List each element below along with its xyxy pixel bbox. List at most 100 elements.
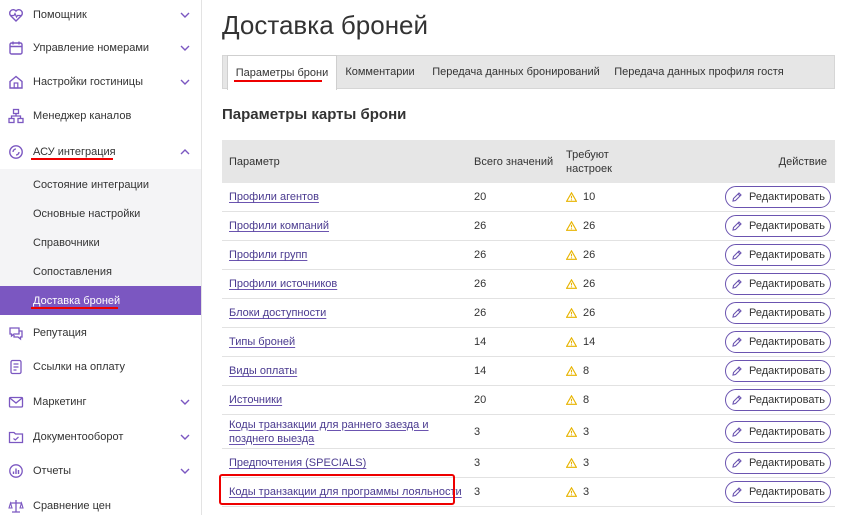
tab-label: Комментарии xyxy=(345,66,415,78)
edit-button-label: Редактировать xyxy=(749,278,825,290)
edit-button[interactable]: Редактировать xyxy=(725,302,831,324)
chevron-down-icon xyxy=(180,43,190,53)
sidebar-item-label: Маркетинг xyxy=(33,396,87,408)
needs-setup-cell: 8 xyxy=(566,357,589,385)
payment-icon xyxy=(7,358,25,376)
action-cell: Редактировать xyxy=(715,415,835,448)
needs-setup-value: 8 xyxy=(583,365,590,377)
total-cell: 14 xyxy=(474,328,486,356)
sidebar-item-label: Настройки гостиницы xyxy=(33,76,143,88)
sidebar-item-label: Отчеты xyxy=(33,465,72,477)
table-row: Блоки доступности 26 26 Редактировать xyxy=(222,299,835,328)
param-cell: Виды оплаты xyxy=(229,357,297,385)
warning-icon xyxy=(566,426,583,437)
action-cell: Редактировать xyxy=(715,212,835,240)
sidebar-subitem-directories[interactable]: Справочники xyxy=(0,228,201,257)
param-link[interactable]: Коды транзакции для раннего заезда и позд… xyxy=(229,418,429,446)
sidebar-item-assistant[interactable]: Помощник xyxy=(0,0,201,30)
edit-button[interactable]: Редактировать xyxy=(725,273,831,295)
chevron-up-icon xyxy=(180,147,190,157)
total-value: 26 xyxy=(474,220,487,232)
tab-booking-data-transfer[interactable]: Передача данных бронирований xyxy=(423,56,609,88)
table-row: Виды оплаты 14 8 Редактировать xyxy=(222,357,835,386)
sidebar-item-price-comparison[interactable]: Сравнение цен xyxy=(0,491,201,515)
sidebar-subitem-booking-delivery[interactable]: Доставка броней xyxy=(0,286,201,315)
param-link[interactable]: Профили групп xyxy=(229,248,307,262)
sidebar-item-room-management[interactable]: Управление номерами xyxy=(0,33,201,63)
sidebar-subitem-mappings[interactable]: Сопоставления xyxy=(0,257,201,286)
param-cell: Предпочтения (SPECIALS) xyxy=(229,449,366,477)
calendar-icon xyxy=(7,39,25,57)
tab-booking-params[interactable]: Параметры брони xyxy=(227,55,337,90)
needs-setup-value: 26 xyxy=(583,278,596,290)
warning-icon xyxy=(566,308,583,318)
action-cell: Редактировать xyxy=(715,449,835,477)
param-link[interactable]: Типы броней xyxy=(229,335,295,349)
sidebar-item-reputation[interactable]: Репутация xyxy=(0,318,201,348)
sidebar-subitem-main-settings[interactable]: Основные настройки xyxy=(0,199,201,228)
tab-guest-profile-transfer[interactable]: Передача данных профиля гостя xyxy=(609,56,789,88)
sidebar-subitem-label: Состояние интеграции xyxy=(33,178,150,191)
param-cell: Профили агентов xyxy=(229,183,319,211)
param-link[interactable]: Профили источников xyxy=(229,277,337,291)
sidebar-item-payment-links[interactable]: Ссылки на оплату xyxy=(0,352,201,382)
edit-button[interactable]: Редактировать xyxy=(725,244,831,266)
action-cell: Редактировать xyxy=(715,478,835,506)
total-cell: 26 xyxy=(474,212,486,240)
param-cell: Источники xyxy=(229,386,282,414)
edit-button[interactable]: Редактировать xyxy=(725,452,831,474)
param-link[interactable]: Профили компаний xyxy=(229,219,329,233)
edit-button[interactable]: Редактировать xyxy=(725,360,831,382)
param-link[interactable]: Источники xyxy=(229,393,282,407)
annotation-underline xyxy=(31,158,113,160)
sidebar-item-marketing[interactable]: Маркетинг xyxy=(0,387,201,417)
annotation-highlight-box xyxy=(219,474,455,505)
sidebar-subitem-integration-status[interactable]: Состояние интеграции xyxy=(0,170,201,199)
chevron-down-icon xyxy=(180,10,190,20)
edit-button[interactable]: Редактировать xyxy=(725,481,831,503)
sidebar-subitem-label: Основные настройки xyxy=(33,207,141,220)
edit-button[interactable]: Редактировать xyxy=(725,215,831,237)
sidebar-item-document-flow[interactable]: Документооборот xyxy=(0,422,201,452)
chevron-down-icon xyxy=(180,397,190,407)
total-cell: 3 xyxy=(474,478,480,506)
needs-setup-value: 10 xyxy=(583,191,596,203)
edit-button-label: Редактировать xyxy=(749,486,825,498)
needs-setup-value: 3 xyxy=(583,425,590,438)
edit-button-label: Редактировать xyxy=(749,336,825,348)
edit-button[interactable]: Редактировать xyxy=(725,331,831,353)
edit-button[interactable]: Редактировать xyxy=(725,186,831,208)
param-cell: Профили групп xyxy=(229,241,307,269)
pencil-icon xyxy=(731,486,749,498)
total-value: 26 xyxy=(474,278,487,290)
edit-button[interactable]: Редактировать xyxy=(725,420,831,443)
sidebar-item-reports[interactable]: Отчеты xyxy=(0,456,201,486)
pencil-icon xyxy=(731,220,749,232)
edit-button-label: Редактировать xyxy=(749,457,825,469)
sidebar-item-channel-manager[interactable]: Менеджер каналов xyxy=(0,101,201,131)
sidebar-item-pms-integration[interactable]: АСУ интеграция xyxy=(0,137,201,167)
param-link[interactable]: Блоки доступности xyxy=(229,306,326,320)
table-row: Профили компаний 26 26 Редактировать xyxy=(222,212,835,241)
pencil-icon xyxy=(731,191,749,203)
param-link[interactable]: Предпочтения (SPECIALS) xyxy=(229,456,366,470)
total-value: 14 xyxy=(474,365,487,377)
sidebar-item-hotel-settings[interactable]: Настройки гостиницы xyxy=(0,67,201,97)
pencil-icon xyxy=(731,394,749,406)
total-value: 14 xyxy=(474,336,487,348)
total-value: 26 xyxy=(474,249,487,261)
warning-icon xyxy=(566,395,583,405)
pencil-icon xyxy=(731,336,749,348)
warning-icon xyxy=(566,279,583,289)
param-link[interactable]: Виды оплаты xyxy=(229,364,297,378)
tab-comments[interactable]: Комментарии xyxy=(337,56,423,88)
edit-button-label: Редактировать xyxy=(749,365,825,377)
column-header-line: Требуют xyxy=(566,148,609,161)
action-cell: Редактировать xyxy=(715,241,835,269)
chevron-down-icon xyxy=(180,466,190,476)
edit-button[interactable]: Редактировать xyxy=(725,389,831,411)
warning-icon xyxy=(566,192,583,202)
total-cell: 20 xyxy=(474,183,486,211)
param-link[interactable]: Профили агентов xyxy=(229,190,319,204)
action-cell: Редактировать xyxy=(715,183,835,211)
